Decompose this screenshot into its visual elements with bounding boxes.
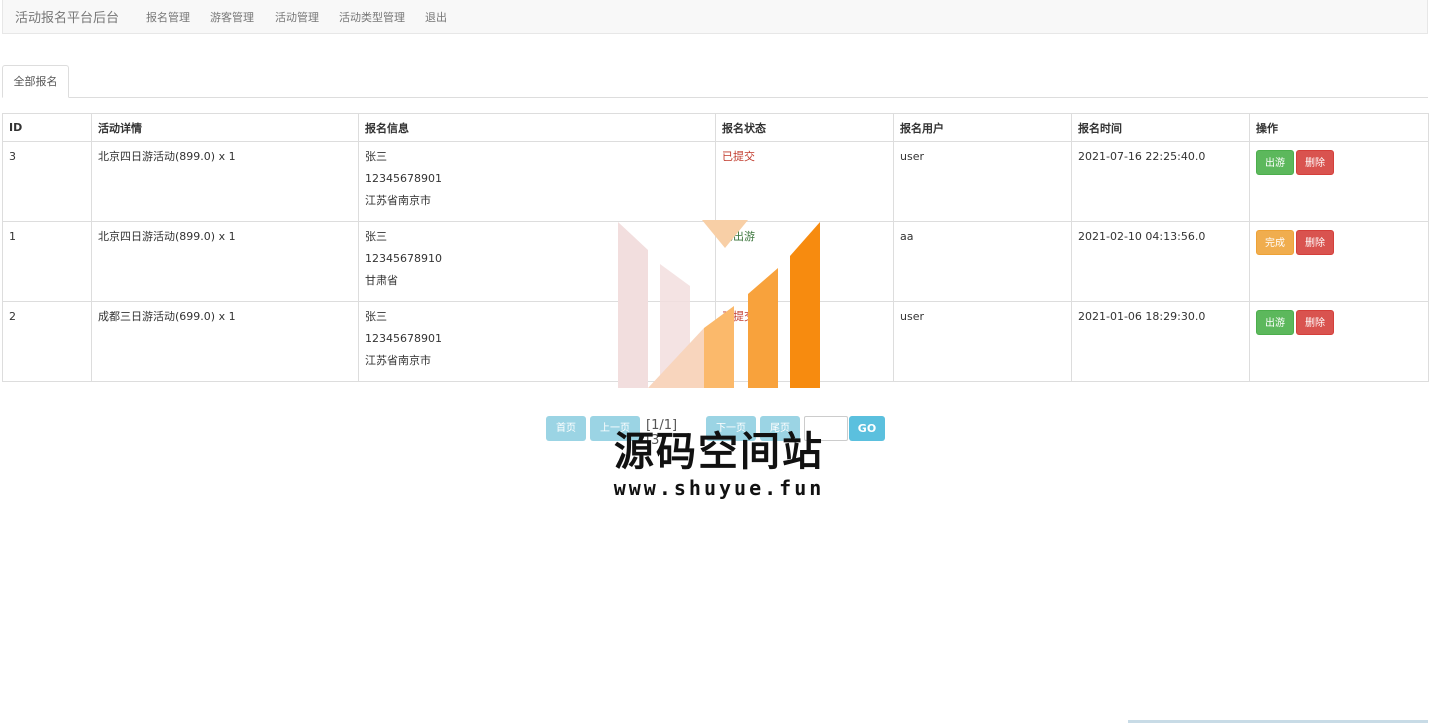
cell-info-phone: 12345678901 [365, 172, 442, 185]
delete-button[interactable]: 删除 [1296, 230, 1334, 255]
cell-activity: 北京四日游活动(899.0) x 1 [98, 150, 236, 163]
watermark-logo-icon [618, 220, 820, 388]
cell-id: 3 [9, 150, 16, 163]
cell-activity: 北京四日游活动(899.0) x 1 [98, 230, 236, 243]
travel-button[interactable]: 出游 [1256, 150, 1294, 175]
nav-registration-management[interactable]: 报名管理 [146, 9, 190, 25]
watermark-title: 源码空间站 [614, 429, 824, 475]
travel-button[interactable]: 出游 [1256, 310, 1294, 335]
table-row: 3 北京四日游活动(899.0) x 1 张三 12345678901 江苏省南… [2, 141, 1429, 222]
brand-title[interactable]: 活动报名平台后台 [15, 7, 119, 26]
header-info: 报名信息 [358, 113, 716, 142]
header-actions: 操作 [1249, 113, 1429, 142]
delete-button[interactable]: 删除 [1296, 310, 1334, 335]
nav-logout[interactable]: 退出 [425, 9, 447, 25]
nav-activity-management[interactable]: 活动管理 [275, 9, 319, 25]
delete-button[interactable]: 删除 [1296, 150, 1334, 175]
tab-bar: 全部报名 [2, 65, 1428, 98]
nav-activity-type-management[interactable]: 活动类型管理 [339, 9, 405, 25]
watermark-url: www.shuyue.fun [613, 476, 825, 500]
header-user: 报名用户 [893, 113, 1072, 142]
cell-id: 2 [9, 310, 16, 323]
status-badge: 已提交 [722, 150, 755, 163]
cell-user: user [900, 310, 924, 323]
header-id: ID [2, 113, 92, 142]
cell-user: user [900, 150, 924, 163]
cell-time: 2021-07-16 22:25:40.0 [1078, 150, 1206, 163]
cell-time: 2021-01-06 18:29:30.0 [1078, 310, 1206, 323]
header-time: 报名时间 [1071, 113, 1250, 142]
cell-time: 2021-02-10 04:13:56.0 [1078, 230, 1206, 243]
cell-info-address: 江苏省南京市 [365, 194, 431, 207]
header-status: 报名状态 [715, 113, 894, 142]
header-activity: 活动详情 [91, 113, 359, 142]
cell-info-name: 张三 [365, 150, 387, 163]
cell-activity: 成都三日游活动(699.0) x 1 [98, 310, 236, 323]
table-header-row: ID 活动详情 报名信息 报名状态 报名用户 报名时间 操作 [2, 113, 1429, 142]
tab-all-registrations[interactable]: 全部报名 [2, 65, 69, 98]
top-navbar: 活动报名平台后台 报名管理 游客管理 活动管理 活动类型管理 退出 [2, 0, 1428, 34]
complete-button[interactable]: 完成 [1256, 230, 1294, 255]
nav-visitor-management[interactable]: 游客管理 [210, 9, 254, 25]
cell-id: 1 [9, 230, 16, 243]
cell-user: aa [900, 230, 914, 243]
